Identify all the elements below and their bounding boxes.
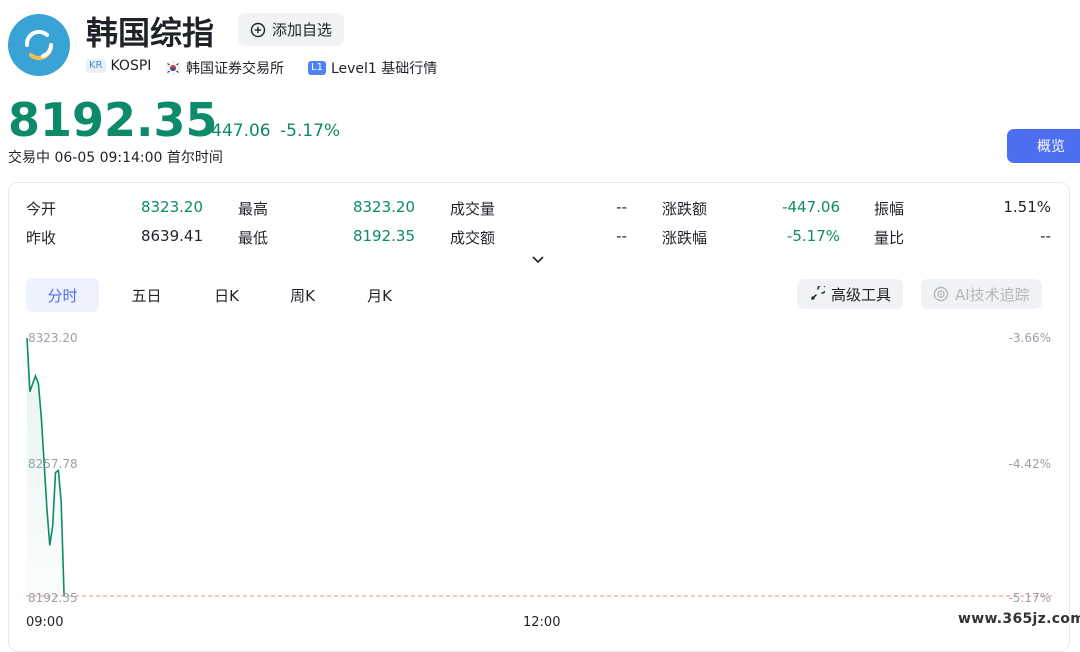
logo-icon (24, 29, 54, 61)
page-title: 韩国综指 (86, 14, 215, 52)
exchange-name: 韩国证券交易所 (186, 61, 284, 77)
tab-weekly-k[interactable]: 周K (266, 278, 339, 312)
volume-ratio-value: -- (1040, 227, 1051, 245)
prev-close-label: 昨收 (26, 229, 57, 247)
kospi-logo (8, 14, 70, 76)
korea-flag-icon (165, 60, 181, 76)
change-percent-value: -5.17% (786, 227, 840, 245)
change-amount-label: 涨跌额 (662, 200, 708, 218)
low-value: 8192.35 (352, 227, 415, 245)
high-value: 8323.20 (352, 198, 415, 216)
quote-timezone: 首尔时间 (166, 150, 223, 166)
volume-ratio-label: 量比 (874, 229, 905, 247)
level-label: Level1 基础行情 (330, 61, 438, 77)
low-label: 最低 (238, 229, 269, 247)
trading-status-line: 交易中 06-05 09:14:00 首尔时间 (8, 147, 223, 167)
y-right-tick-bottom: -5.17% (1008, 591, 1051, 605)
high-label: 最高 (238, 200, 269, 218)
ai-tracking-button[interactable]: AI技术追踪 (921, 279, 1042, 309)
turnover-value: -- (616, 227, 627, 245)
y-left-tick-mid: 8257.78 (28, 457, 78, 471)
radar-icon (933, 286, 949, 302)
intraday-chart (26, 337, 1052, 597)
y-right-tick-top: -3.66% (1008, 331, 1051, 345)
change-percent-label: 涨跌幅 (662, 229, 708, 247)
open-value: 8323.20 (140, 198, 203, 216)
add-watchlist-button[interactable]: 添加自选 (238, 13, 345, 46)
tab-monthly-k[interactable]: 月K (343, 278, 416, 312)
tab-intraday[interactable]: 分时 (26, 278, 99, 312)
country-tag: KR (86, 59, 106, 73)
code-line: KR KOSPI (86, 58, 151, 74)
advanced-tools-button[interactable]: 高级工具 (797, 279, 904, 309)
ai-tracking-label: AI技术追踪 (955, 285, 1030, 304)
y-right-tick-mid: -4.42% (1008, 457, 1051, 471)
level-tag: L1 (308, 61, 326, 75)
exchange-line: 韩国证券交易所 (165, 58, 284, 78)
ticker-code: KOSPI (110, 58, 152, 74)
open-label: 今开 (26, 200, 57, 218)
volume-label: 成交量 (450, 200, 496, 218)
advanced-tools-label: 高级工具 (831, 285, 892, 304)
amplitude-value: 1.51% (1003, 198, 1051, 216)
tab-daily-k[interactable]: 日K (190, 278, 263, 312)
tab-five-day[interactable]: 五日 (110, 278, 183, 312)
y-left-tick-top: 8323.20 (28, 331, 78, 345)
current-price: 8192.35 (8, 93, 218, 147)
trading-status: 交易中 (8, 150, 50, 166)
add-watchlist-label: 添加自选 (272, 21, 333, 39)
plus-circle-icon (250, 22, 266, 37)
volume-value: -- (616, 198, 627, 216)
overview-button[interactable]: 概览 (1007, 129, 1080, 163)
level-line: L1 Level1 基础行情 (308, 58, 437, 78)
price-change: -447.06 (205, 121, 271, 141)
x-tick-noon: 12:00 (523, 615, 561, 630)
x-tick-open: 09:00 (26, 615, 64, 630)
turnover-label: 成交额 (450, 229, 496, 247)
amplitude-label: 振幅 (874, 200, 905, 218)
change-amount-value: -447.06 (782, 198, 840, 216)
watermark: www.365jz.com (958, 611, 1080, 627)
price-change-percent: -5.17% (280, 121, 341, 141)
tools-icon (811, 286, 825, 300)
prev-close-value: 8639.41 (140, 227, 203, 245)
chevron-down-icon[interactable] (531, 255, 545, 265)
quote-datetime: 06-05 09:14:00 (54, 150, 163, 166)
y-left-tick-bottom: 8192.35 (28, 591, 78, 605)
